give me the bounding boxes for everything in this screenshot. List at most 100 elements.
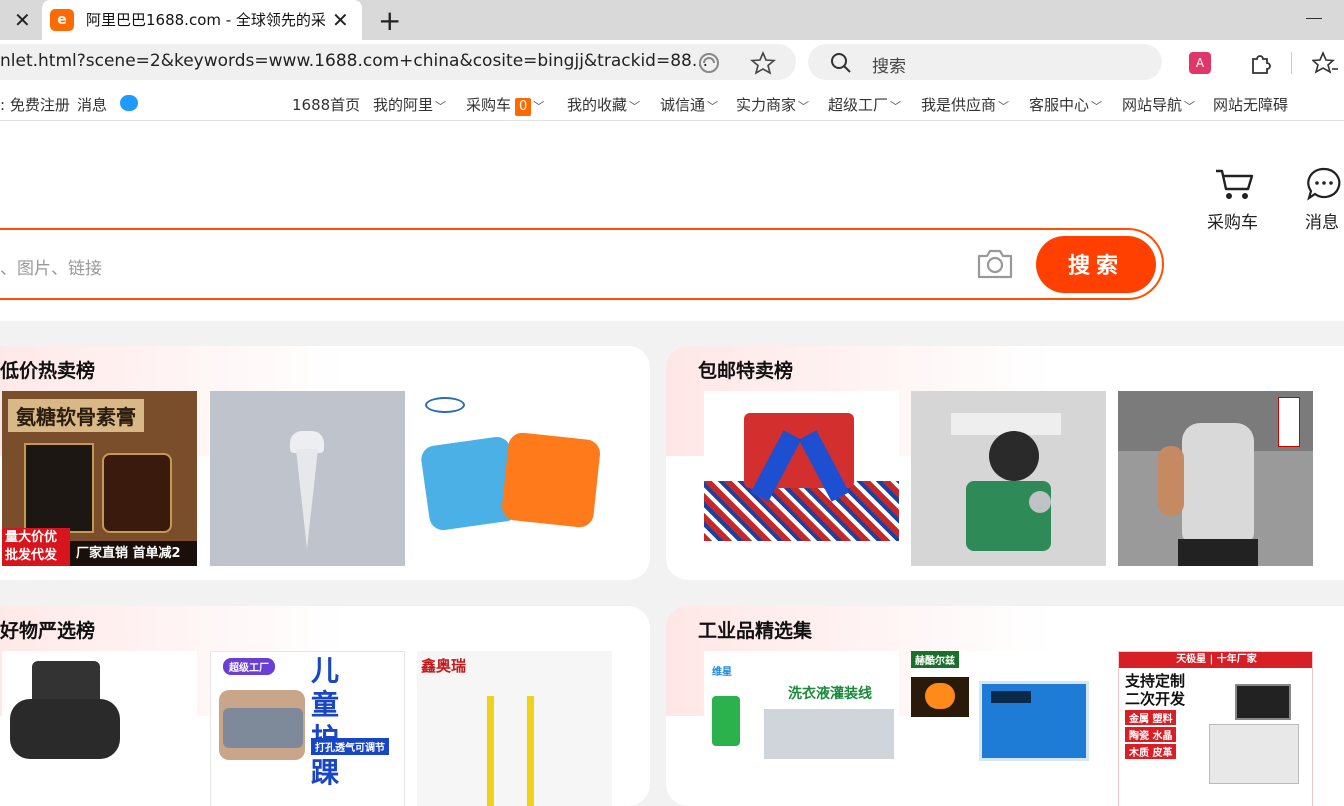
nav-item-label: 网站导航 [1122, 96, 1183, 114]
nav-item-label: 实力商家 [736, 96, 797, 114]
product-spike [296, 449, 318, 549]
chevron-down-icon[interactable]: ﹀ [1091, 100, 1102, 113]
product-tag: 木质 皮革 [1125, 744, 1177, 759]
nav-item[interactable]: 诚信通 ﹀ [660, 94, 718, 115]
message-bubble-icon[interactable] [120, 95, 138, 111]
favorites-icon[interactable] [1312, 51, 1338, 75]
monitor [1235, 684, 1291, 720]
pole-left [487, 696, 494, 806]
product-card[interactable]: 超级工厂 儿童护踝 打孔透气可调节 [210, 651, 405, 806]
nav-item-label: 客服中心 [1029, 96, 1090, 114]
nav-item-label: 采购车 [466, 96, 512, 114]
camera-icon[interactable] [976, 248, 1014, 280]
nav-item[interactable]: 采购车 0 ﹀ [466, 94, 544, 116]
nav-item[interactable]: 超级工厂 ﹀ [828, 94, 901, 115]
chevron-down-icon[interactable]: ﹀ [707, 100, 718, 113]
ball-pit [704, 481, 899, 541]
section-title: 低价热卖榜 [0, 360, 96, 382]
nav-item-label: 1688首页 [292, 96, 361, 114]
promo-banner-left: 量大价优 批发代发 [2, 528, 70, 566]
minimize-icon[interactable] [1306, 18, 1322, 19]
product-tag: 金属 塑料 [1125, 710, 1177, 725]
brand-logo: 赫酷尔兹 [911, 651, 959, 668]
chevron-down-icon[interactable]: ﹀ [435, 100, 446, 113]
favorite-star-icon[interactable] [750, 51, 776, 75]
chevron-down-icon[interactable]: ﹀ [629, 100, 640, 113]
chevron-down-icon[interactable]: ﹀ [798, 100, 809, 113]
product-card[interactable] [704, 391, 899, 566]
nav-item[interactable]: 我的阿里 ﹀ [373, 94, 446, 115]
chevron-down-icon[interactable]: ﹀ [533, 100, 544, 113]
shorts [1178, 539, 1258, 566]
armband-orange [500, 431, 602, 529]
tab-bar: ✕ e 阿里巴巴1688.com - 全球领先的采 ✕ + [0, 0, 1344, 40]
close-tab-icon[interactable]: ✕ [332, 10, 349, 30]
nav-item-label: 超级工厂 [828, 96, 889, 114]
product-subtitle: 打孔透气可调节 [311, 738, 389, 755]
chevron-down-icon[interactable]: ﹀ [1184, 100, 1195, 113]
nav-item[interactable]: 我的收藏 ﹀ [567, 94, 640, 115]
promo-banner-right: 厂家直销 首单减2 [70, 541, 197, 566]
register-link[interactable]: : 免费注册 [0, 94, 70, 115]
extensions-icon[interactable] [1248, 51, 1272, 75]
product-title: 洗衣液灌装线 [788, 686, 872, 702]
product-card[interactable] [2, 651, 197, 806]
nav-item-label: 我的阿里 [373, 96, 434, 114]
product-card[interactable] [210, 391, 405, 566]
battery-cell [1029, 491, 1051, 513]
translate-icon[interactable]: A [1189, 52, 1211, 74]
cart-icon[interactable] [1214, 168, 1256, 202]
bottle [712, 696, 740, 746]
tank-top [1182, 423, 1254, 543]
laser-machine [1209, 724, 1299, 784]
speaker [989, 431, 1039, 481]
cart-label[interactable]: 采购车 [1207, 208, 1258, 233]
nav-item[interactable]: 1688首页 [292, 94, 360, 115]
nav-item[interactable]: 实力商家 ﹀ [736, 94, 809, 115]
product-card[interactable]: 天极星 | 十年厂家 支持定制 二次开发 金属 塑料 陶瓷 水晶 木质 皮革 [1118, 651, 1313, 806]
nav-item[interactable]: 我是供应商 ﹀ [921, 94, 1009, 115]
browser-search-placeholder[interactable]: 搜索 [872, 52, 906, 77]
product-header: 天极星 | 十年厂家 [1119, 652, 1312, 668]
product-card[interactable]: 鑫奥瑞 [417, 651, 612, 806]
ankle-brace [223, 708, 303, 748]
free-shipping-card: 包邮特卖榜 [666, 346, 1344, 580]
product-card[interactable] [1118, 391, 1313, 566]
tab-title[interactable]: 阿里巴巴1688.com - 全球领先的采 [86, 9, 326, 30]
search-icon [831, 53, 851, 73]
product-card[interactable]: 氨糖软骨素膏 量大价优 批发代发 厂家直销 首单减2 [2, 391, 197, 566]
message-link[interactable]: 消息 [77, 94, 107, 115]
url-text[interactable]: nlet.html?scene=2&keywords=www.1688.com+… [0, 51, 708, 71]
good-items-card: 好物严选榜 超级工厂 儿童护踝 打孔透气可调节 鑫奥瑞 [0, 606, 650, 806]
nav-item-label: 我的收藏 [567, 96, 628, 114]
nav-item[interactable]: 客服中心 ﹀ [1029, 94, 1102, 115]
browser-search-box[interactable] [808, 44, 1162, 80]
product-title: 支持定制 二次开发 [1125, 672, 1186, 708]
display-panel [991, 691, 1031, 703]
product-card[interactable] [417, 391, 612, 566]
main-search-placeholder[interactable]: 、图片、链接 [0, 254, 102, 279]
machine [764, 709, 894, 759]
nav-item[interactable]: 网站导航 ﹀ [1122, 94, 1195, 115]
section-title: 好物严选榜 [0, 620, 96, 642]
message-label[interactable]: 消息 [1305, 208, 1339, 233]
product-box [24, 443, 94, 533]
close-tab-icon[interactable]: ✕ [14, 10, 31, 30]
reader-mode-icon[interactable] [696, 51, 722, 75]
toolbar-divider [1291, 52, 1292, 74]
message-icon[interactable] [1306, 167, 1342, 201]
nav-item[interactable]: 网站无障碍 [1213, 94, 1288, 115]
product-jar [102, 453, 172, 533]
chevron-down-icon[interactable]: ﹀ [890, 100, 901, 113]
product-card[interactable]: 维星 洗衣液灌装线 [704, 651, 899, 806]
brand-logo: 维星 [712, 667, 732, 678]
product-card[interactable] [911, 391, 1106, 566]
favicon-icon: e [50, 9, 74, 31]
new-tab-icon[interactable]: + [378, 4, 401, 37]
product-card[interactable]: 赫酷尔兹 [911, 651, 1106, 806]
pole-right [527, 696, 534, 806]
chevron-down-icon[interactable]: ﹀ [998, 100, 1009, 113]
search-button[interactable]: 搜索 [1036, 236, 1156, 293]
nav-item-label: 诚信通 [660, 96, 706, 114]
industrial-card: 工业品精选集 维星 洗衣液灌装线 赫酷尔兹 天极星 | 十年厂家 支持定制 二次开… [666, 606, 1344, 806]
